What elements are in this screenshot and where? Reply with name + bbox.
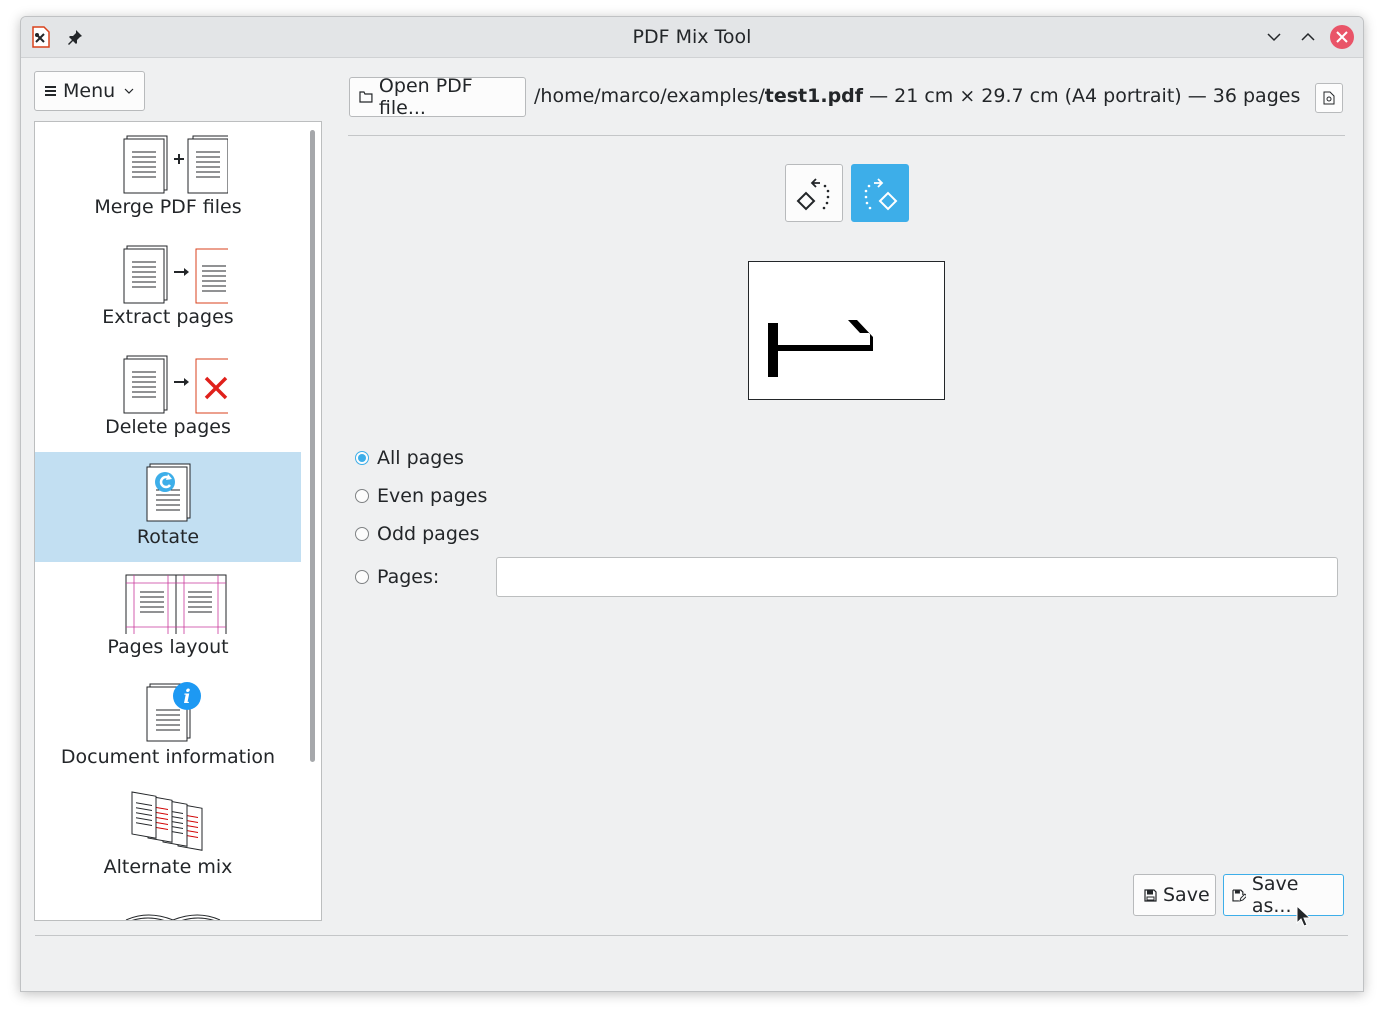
radio-button[interactable] xyxy=(355,489,369,503)
mouse-cursor-icon xyxy=(1296,905,1310,927)
radio-label: Even pages xyxy=(377,485,488,507)
save-as-button[interactable]: Save as... xyxy=(1223,873,1344,917)
radio-button[interactable] xyxy=(355,527,369,541)
sidebar-item-rotate[interactable]: Rotate xyxy=(35,452,301,562)
radio-label: Pages: xyxy=(377,566,440,588)
alternate-mix-icon xyxy=(131,791,203,851)
document-information-icon: i xyxy=(146,682,201,742)
sidebar-item-label: Rotate xyxy=(136,526,200,548)
document-properties-icon xyxy=(1323,91,1335,105)
file-name: test1.pdf xyxy=(764,85,864,107)
rotate-icon xyxy=(146,463,191,522)
rotate-left-icon xyxy=(796,178,830,211)
radio-button[interactable] xyxy=(355,570,369,584)
radio-all-pages[interactable]: All pages xyxy=(355,447,464,469)
folder-icon xyxy=(359,91,373,103)
radio-label: All pages xyxy=(377,447,464,469)
minimize-button[interactable] xyxy=(1263,26,1285,48)
sidebar-item-label: Pages layout xyxy=(107,636,229,658)
merge-pdf-icon xyxy=(123,135,228,194)
menu-button[interactable]: Menu xyxy=(34,71,145,111)
save-icon xyxy=(1144,888,1157,902)
radio-pages[interactable]: Pages: xyxy=(355,566,439,588)
title-bar: PDF Mix Tool xyxy=(21,17,1363,58)
sidebar-item-label: Alternate mix xyxy=(103,856,233,878)
sidebar-item-partial xyxy=(35,892,301,920)
close-button[interactable] xyxy=(1330,25,1354,49)
sidebar-item-label: Merge PDF files xyxy=(94,196,242,218)
rotate-right-button[interactable] xyxy=(851,164,909,222)
toolbar-separator xyxy=(348,135,1345,136)
pages-layout-icon xyxy=(125,574,227,634)
chevron-down-icon xyxy=(124,88,134,94)
sidebar-item-document-info[interactable]: i Document information xyxy=(35,672,301,782)
extract-pages-icon xyxy=(123,245,228,304)
sidebar-item-delete[interactable]: Delete pages xyxy=(35,342,301,452)
menu-label: Menu xyxy=(63,80,116,102)
save-as-icon xyxy=(1232,888,1246,902)
rotated-page-glyph xyxy=(768,320,873,377)
book-icon xyxy=(125,914,221,920)
rotate-right-icon xyxy=(864,178,898,211)
sidebar-item-merge[interactable]: Merge PDF files xyxy=(35,122,301,232)
page-preview xyxy=(748,261,945,400)
sidebar-item-label: Delete pages xyxy=(105,416,231,438)
sidebar-item-alternate-mix[interactable]: Alternate mix xyxy=(35,782,301,892)
rotate-left-button[interactable] xyxy=(785,164,843,222)
open-pdf-label: Open PDF file... xyxy=(378,75,473,119)
radio-button[interactable] xyxy=(355,451,369,465)
save-button[interactable]: Save xyxy=(1133,874,1216,916)
save-label: Save xyxy=(1163,884,1210,906)
document-info-button[interactable] xyxy=(1315,83,1343,113)
sidebar-item-label: Document information xyxy=(60,746,276,768)
delete-pages-icon xyxy=(123,355,228,414)
maximize-button[interactable] xyxy=(1297,26,1319,48)
radio-label: Odd pages xyxy=(377,523,480,545)
sidebar-item-extract[interactable]: Extract pages xyxy=(35,232,301,342)
sidebar-item-label: Extract pages xyxy=(102,306,234,328)
operations-sidebar[interactable]: Merge PDF files Extract pages Delete pag… xyxy=(34,121,322,921)
hamburger-icon xyxy=(45,86,56,96)
open-pdf-button[interactable]: Open PDF file... xyxy=(349,75,526,119)
radio-odd-pages[interactable]: Odd pages xyxy=(355,523,479,545)
file-path: /home/marco/examples/test1.pdf — 21 cm ×… xyxy=(534,85,1300,107)
svg-text:i: i xyxy=(183,686,190,708)
radio-even-pages[interactable]: Even pages xyxy=(355,485,487,507)
status-separator xyxy=(35,935,1348,936)
sidebar-scrollbar[interactable] xyxy=(310,130,315,762)
close-icon xyxy=(1336,31,1348,43)
app-window: PDF Mix Tool Menu Merge PDF files Extrac… xyxy=(20,16,1364,992)
sidebar-item-pages-layout[interactable]: Pages layout xyxy=(35,562,301,672)
file-details: — 21 cm × 29.7 cm (A4 portrait) — 36 pag… xyxy=(863,85,1301,107)
window-title: PDF Mix Tool xyxy=(632,26,752,48)
file-path-prefix: /home/marco/examples/ xyxy=(534,85,765,107)
pages-input[interactable] xyxy=(496,557,1338,597)
